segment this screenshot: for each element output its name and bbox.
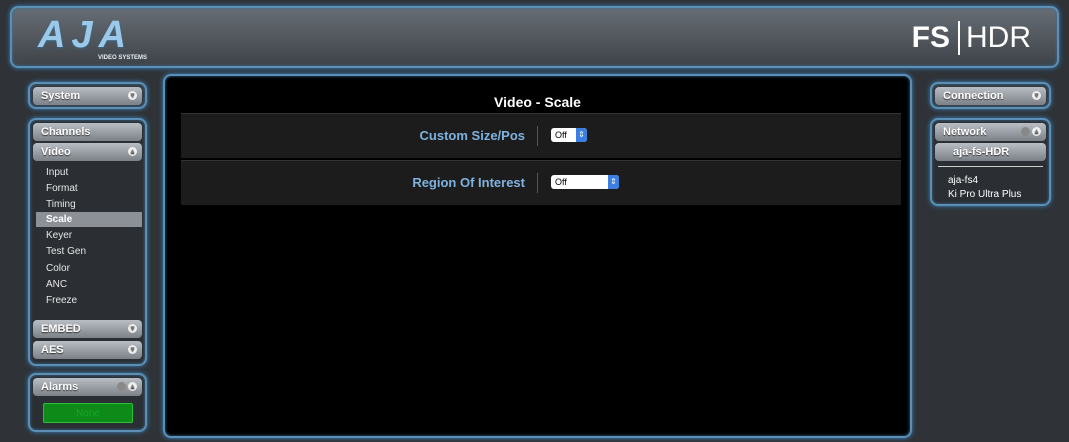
- row-divider: [537, 126, 538, 146]
- setting-row-custom-size-pos: Custom Size/Pos Off ⇕: [181, 113, 901, 158]
- chevron-down-icon: ▾: [128, 345, 137, 354]
- network-header[interactable]: Network ▴: [935, 123, 1046, 141]
- chevron-down-icon: ▾: [128, 324, 137, 333]
- product-name: FS HDR: [912, 20, 1031, 56]
- chevron-up-icon: ▴: [128, 382, 137, 391]
- region-of-interest-select[interactable]: Off ⇕: [551, 175, 619, 189]
- host-item[interactable]: aja-fs4: [948, 175, 978, 186]
- chevron-up-icon: ▴: [1032, 127, 1041, 136]
- nav-item-color[interactable]: Color: [36, 261, 142, 276]
- system-label: System: [41, 90, 81, 102]
- channels-panel: Channels Video ▴ Input Format Timing Sca…: [28, 118, 147, 366]
- setting-label: Custom Size/Pos: [419, 128, 525, 143]
- connection-panel: Connection ▾: [930, 82, 1051, 109]
- nav-item-keyer[interactable]: Keyer: [36, 228, 142, 243]
- logo-wordmark: AJA: [38, 14, 133, 56]
- aes-label: AES: [41, 344, 64, 356]
- nav-item-freeze[interactable]: Freeze: [36, 293, 142, 308]
- custom-size-pos-select[interactable]: Off ⇕: [551, 128, 587, 142]
- current-host[interactable]: aja-fs-HDR: [935, 143, 1046, 161]
- host-item[interactable]: Ki Pro Ultra Plus: [948, 189, 1021, 200]
- select-arrow-icon: ⇕: [576, 128, 587, 142]
- video-button[interactable]: Video ▴: [33, 143, 142, 161]
- refresh-icon: [117, 382, 126, 391]
- nav-item-timing[interactable]: Timing: [36, 197, 142, 212]
- chevron-down-icon: ▾: [128, 91, 137, 100]
- alarms-header[interactable]: Alarms ▴: [33, 378, 142, 396]
- chevron-up-icon: ▴: [128, 147, 137, 156]
- product-name-hdr: HDR: [966, 21, 1031, 54]
- nav-item-scale[interactable]: Scale: [36, 212, 142, 227]
- refresh-icon: [1021, 127, 1030, 136]
- video-label: Video: [41, 146, 71, 158]
- system-panel: System ▾: [28, 82, 147, 109]
- nav-item-format[interactable]: Format: [36, 181, 142, 196]
- page-title: Video - Scale: [494, 94, 581, 110]
- alarms-panel: Alarms ▴ None: [28, 373, 147, 432]
- channels-header: Channels: [33, 123, 142, 141]
- product-divider: [958, 21, 960, 55]
- nav-item-test-gen[interactable]: Test Gen: [36, 244, 142, 259]
- alarms-label: Alarms: [41, 381, 79, 393]
- setting-row-region-of-interest: Region Of Interest Off ⇕: [181, 160, 901, 205]
- select-arrow-icon: ⇕: [608, 175, 619, 189]
- alarm-status-indicator[interactable]: None: [43, 403, 133, 423]
- product-name-fs: FS: [911, 21, 950, 54]
- row-divider: [537, 173, 538, 193]
- select-value: Off: [555, 177, 567, 187]
- logo-subtitle: VIDEO SYSTEMS: [98, 55, 148, 61]
- channels-label: Channels: [41, 126, 91, 138]
- embed-button[interactable]: EMBED ▾: [33, 320, 142, 338]
- chevron-down-icon: ▾: [1032, 91, 1041, 100]
- main-panel: Video - Scale Custom Size/Pos Off ⇕ Regi…: [163, 74, 912, 438]
- nav-item-input[interactable]: Input: [36, 165, 142, 180]
- system-button[interactable]: System ▾: [33, 87, 142, 105]
- nav-item-anc[interactable]: ANC: [36, 277, 142, 292]
- host-divider: [938, 166, 1043, 167]
- network-panel: Network ▴ aja-fs-HDR aja-fs4 Ki Pro Ultr…: [930, 118, 1051, 206]
- embed-label: EMBED: [41, 323, 81, 335]
- connection-label: Connection: [943, 90, 1004, 102]
- connection-button[interactable]: Connection ▾: [935, 87, 1046, 105]
- aja-logo: AJA VIDEO SYSTEMS: [38, 14, 168, 61]
- aes-button[interactable]: AES ▾: [33, 341, 142, 359]
- setting-label: Region Of Interest: [412, 175, 525, 190]
- select-value: Off: [555, 130, 567, 140]
- network-label: Network: [943, 126, 987, 138]
- app-header: AJA VIDEO SYSTEMS FS HDR: [10, 6, 1059, 68]
